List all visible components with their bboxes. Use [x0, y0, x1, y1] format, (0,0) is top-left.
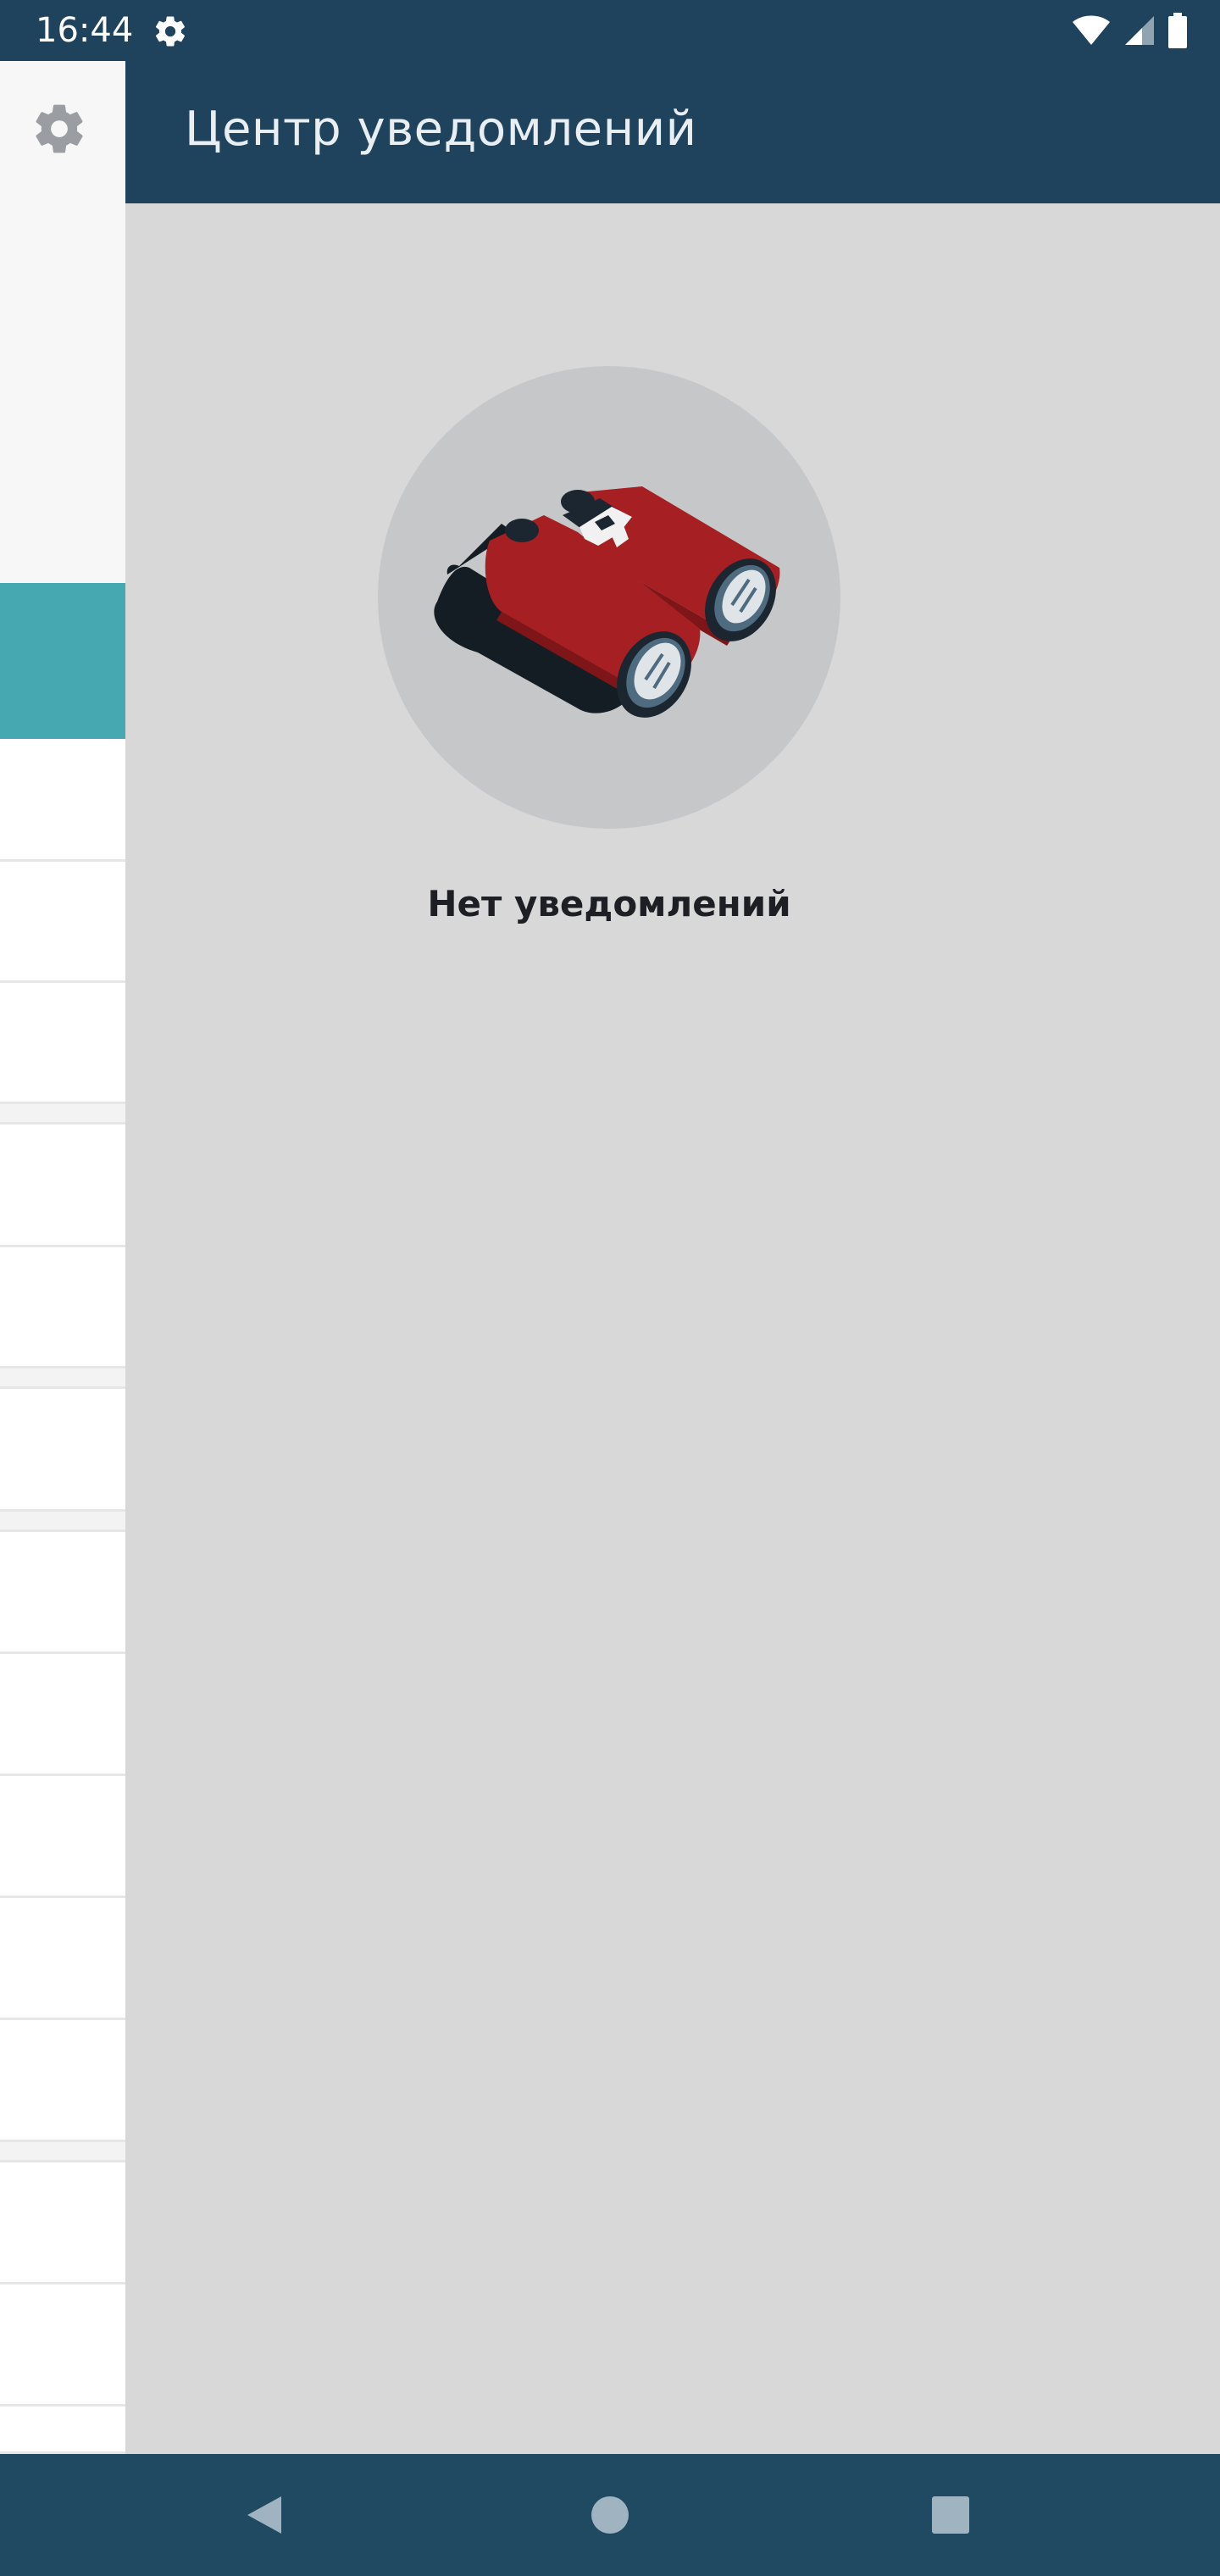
binoculars-icon: [434, 486, 780, 718]
background-row[interactable]: [0, 1247, 125, 1368]
background-row[interactable]: [0, 2020, 125, 2142]
background-divider: [0, 1368, 125, 1389]
recent-apps-icon[interactable]: [927, 2491, 974, 2539]
background-row[interactable]: [0, 1654, 125, 1776]
background-row[interactable]: [0, 1776, 125, 1898]
page-title: Центр уведомлений: [185, 102, 697, 157]
empty-state-message: Нет уведомлений: [427, 883, 791, 924]
wifi-icon: [1073, 15, 1110, 45]
background-row[interactable]: [0, 2162, 125, 2285]
gear-icon[interactable]: [30, 100, 88, 158]
background-row[interactable]: [0, 2285, 125, 2407]
background-accent-block: [0, 583, 125, 739]
empty-state-illustration: [378, 366, 840, 829]
background-row[interactable]: [0, 1898, 125, 2020]
background-divider: [0, 1104, 125, 1124]
navigation-bar: [0, 2454, 1220, 2576]
signal-icon: [1125, 16, 1154, 45]
background-row[interactable]: [0, 1532, 125, 1654]
status-icons: [1071, 12, 1188, 49]
background-row[interactable]: [0, 1389, 125, 1512]
background-row[interactable]: [0, 983, 125, 1104]
background-header: [0, 61, 125, 583]
background-row[interactable]: [0, 862, 125, 983]
background-divider: [0, 2142, 125, 2162]
notification-center-drawer: Центр уведомлений Нет уведомлений: [125, 61, 1220, 2454]
status-time: 16:44: [36, 11, 134, 50]
battery-icon: [1168, 13, 1187, 48]
background-divider: [0, 1512, 125, 1532]
back-icon[interactable]: [241, 2491, 288, 2539]
home-icon[interactable]: [586, 2491, 634, 2539]
drawer-header: Центр уведомлений: [125, 61, 1220, 203]
status-bar: 16:44: [0, 0, 1220, 61]
background-panel: [0, 61, 125, 2454]
background-row[interactable]: [0, 739, 125, 862]
settings-icon: [155, 16, 186, 47]
background-row[interactable]: [0, 1124, 125, 1247]
background-row[interactable]: [0, 2407, 125, 2454]
